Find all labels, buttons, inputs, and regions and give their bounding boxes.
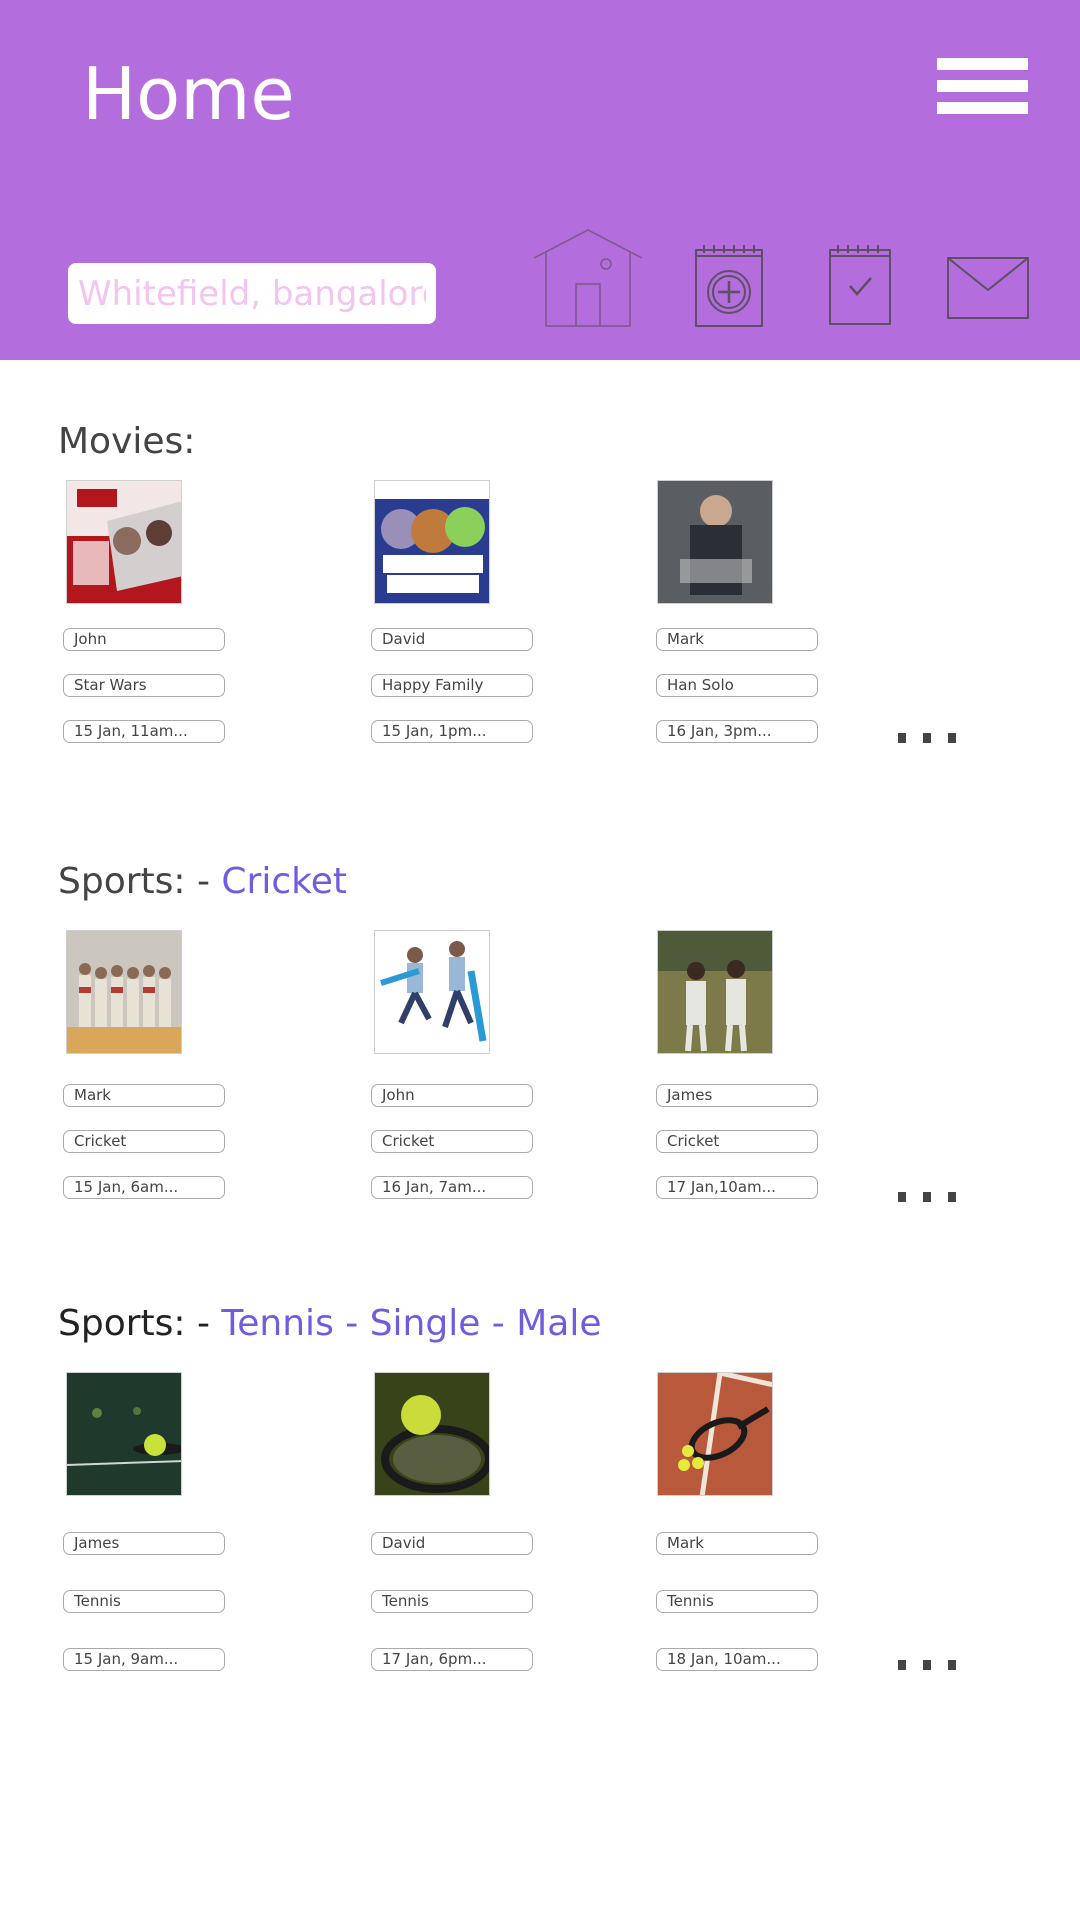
more-dots-icon[interactable] <box>898 733 958 745</box>
movie-card-image-2[interactable] <box>374 480 490 604</box>
tennis-card-image-1[interactable] <box>66 1372 182 1496</box>
organizer-name-field[interactable]: David <box>371 628 533 651</box>
section-title-movies: Movies: <box>58 421 196 462</box>
event-time-field[interactable]: 15 Jan, 11am... <box>63 720 225 743</box>
organizer-name-field[interactable]: Mark <box>656 628 818 651</box>
cricket-card-image-3[interactable] <box>657 930 773 1054</box>
event-time-field[interactable]: 17 Jan,10am... <box>656 1176 818 1199</box>
hamburger-menu-icon[interactable] <box>937 58 1028 114</box>
event-name-field[interactable]: Han Solo <box>656 674 818 697</box>
event-time-field[interactable]: 15 Jan, 1pm... <box>371 720 533 743</box>
calendar-check-icon[interactable] <box>828 244 892 326</box>
event-name-field[interactable]: Tennis <box>656 1590 818 1613</box>
location-input[interactable] <box>68 263 436 324</box>
organizer-name-field[interactable]: Mark <box>656 1532 818 1555</box>
section-title-tennis: Sports: - Tennis - Single - Male <box>58 1303 602 1344</box>
page-title: Home <box>82 52 295 136</box>
mail-icon[interactable] <box>946 256 1030 320</box>
organizer-name-field[interactable]: John <box>63 628 225 651</box>
calendar-add-icon[interactable] <box>694 244 764 328</box>
home-icon[interactable] <box>532 228 644 328</box>
more-dots-icon[interactable] <box>898 1192 958 1204</box>
organizer-name-field[interactable]: James <box>656 1084 818 1107</box>
movie-card-image-1[interactable] <box>66 480 182 604</box>
event-name-field[interactable]: Tennis <box>63 1590 225 1613</box>
event-time-field[interactable]: 16 Jan, 7am... <box>371 1176 533 1199</box>
tennis-card-image-2[interactable] <box>374 1372 490 1496</box>
organizer-name-field[interactable]: John <box>371 1084 533 1107</box>
cricket-card-image-1[interactable] <box>66 930 182 1054</box>
event-time-field[interactable]: 15 Jan, 9am... <box>63 1648 225 1671</box>
event-time-field[interactable]: 16 Jan, 3pm... <box>656 720 818 743</box>
event-name-field[interactable]: Tennis <box>371 1590 533 1613</box>
more-dots-icon[interactable] <box>898 1660 958 1672</box>
organizer-name-field[interactable]: James <box>63 1532 225 1555</box>
section-title-cricket: Sports: - Cricket <box>58 861 347 902</box>
event-time-field[interactable]: 18 Jan, 10am... <box>656 1648 818 1671</box>
event-name-field[interactable]: Cricket <box>63 1130 225 1153</box>
organizer-name-field[interactable]: Mark <box>63 1084 225 1107</box>
event-time-field[interactable]: 15 Jan, 6am... <box>63 1176 225 1199</box>
event-name-field[interactable]: Happy Family <box>371 674 533 697</box>
tennis-card-image-3[interactable] <box>657 1372 773 1496</box>
movie-card-image-3[interactable] <box>657 480 773 604</box>
app-header: Home <box>0 0 1080 360</box>
event-name-field[interactable]: Cricket <box>371 1130 533 1153</box>
event-name-field[interactable]: Star Wars <box>63 674 225 697</box>
cricket-card-image-2[interactable] <box>374 930 490 1054</box>
event-name-field[interactable]: Cricket <box>656 1130 818 1153</box>
organizer-name-field[interactable]: David <box>371 1532 533 1555</box>
event-time-field[interactable]: 17 Jan, 6pm... <box>371 1648 533 1671</box>
